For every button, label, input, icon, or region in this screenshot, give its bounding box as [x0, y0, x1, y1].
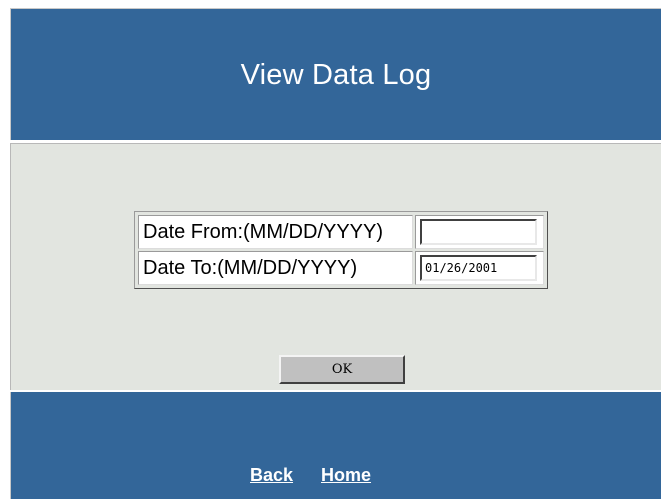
date-to-input[interactable] — [420, 255, 537, 281]
page-frame: View Data Log Date From:(MM/DD/YYYY) Dat… — [10, 8, 661, 499]
page-title: View Data Log — [240, 59, 432, 91]
ok-button[interactable]: OK — [279, 355, 405, 384]
date-from-row: Date From:(MM/DD/YYYY) — [138, 215, 544, 249]
footer-banner: Back Home — [10, 392, 661, 499]
date-from-input[interactable] — [420, 219, 537, 245]
date-to-label: Date To:(MM/DD/YYYY) — [138, 251, 413, 285]
form-panel: Date From:(MM/DD/YYYY) Date To:(MM/DD/YY… — [10, 143, 661, 390]
date-range-table: Date From:(MM/DD/YYYY) Date To:(MM/DD/YY… — [134, 211, 548, 289]
back-link[interactable]: Back — [250, 465, 293, 486]
header-banner: View Data Log — [10, 8, 661, 140]
date-to-row: Date To:(MM/DD/YYYY) — [138, 251, 544, 285]
date-from-label: Date From:(MM/DD/YYYY) — [138, 215, 413, 249]
home-link[interactable]: Home — [321, 465, 371, 486]
date-from-cell — [415, 215, 544, 249]
date-to-cell — [415, 251, 544, 285]
